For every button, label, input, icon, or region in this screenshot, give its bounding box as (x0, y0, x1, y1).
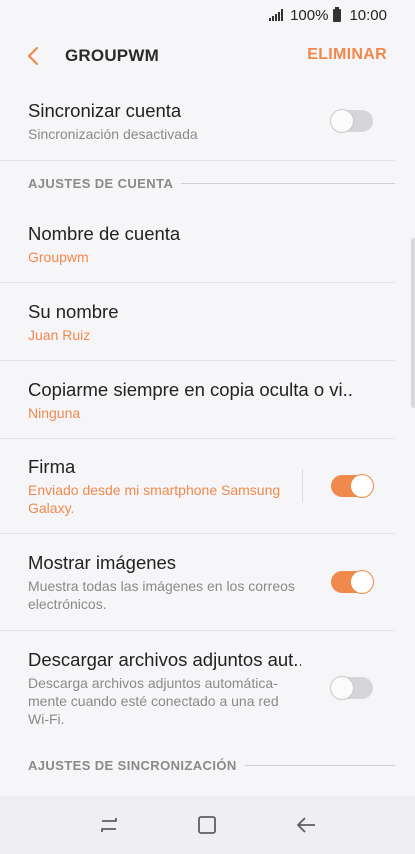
delete-button[interactable]: ELIMINAR (307, 46, 387, 64)
clock: 10:00 (349, 6, 387, 24)
sync-account-toggle[interactable] (330, 109, 373, 133)
section-header-sync-label: AJUSTES DE SINCRONIZACIÓN (28, 757, 237, 773)
bcc-title: Copiarme siempre en copia oculta o vi.. (28, 378, 353, 400)
section-header-account: AJUSTES DE CUENTA (0, 161, 415, 205)
account-name-row[interactable]: Nombre de cuenta Groupwm (0, 205, 395, 283)
screen: 100% 10:00 GROUPWM ELIMINAR Sincronizar … (0, 0, 415, 854)
show-images-subtitle: Muestra todas las imágenes en los correo… (28, 578, 295, 612)
battery-percent: 100% (290, 6, 329, 24)
bcc-row[interactable]: Copiarme siempre en copia oculta o vi.. … (0, 361, 395, 439)
your-name-row[interactable]: Su nombre Juan Ruiz (0, 283, 395, 361)
your-name-value: Juan Ruiz (28, 326, 91, 343)
account-name-value: Groupwm (28, 248, 89, 265)
page-title: GROUPWM (65, 46, 159, 65)
show-images-toggle[interactable] (331, 570, 374, 594)
signature-value: Enviado desde mi smartphone Samsung Gala… (28, 482, 281, 516)
signature-row[interactable]: Firma Enviado desde mi smartphone Samsun… (0, 439, 395, 534)
app-bar: GROUPWM ELIMINAR (0, 30, 415, 82)
signal-icon (269, 9, 285, 21)
sync-account-subtitle: Sincronización desactivada (28, 126, 198, 142)
signature-toggle[interactable] (331, 474, 374, 498)
bcc-value: Ninguna (28, 404, 81, 421)
download-attachments-toggle[interactable] (330, 676, 373, 700)
show-images-row[interactable]: Mostrar imágenes Muestra todas las imáge… (0, 534, 395, 631)
sync-account-title: Sincronizar cuenta (28, 100, 182, 121)
home-icon[interactable] (192, 810, 222, 840)
section-divider (244, 764, 395, 766)
navigation-bar (0, 796, 415, 854)
download-attachments-title: Descargar archivos adjuntos aut.. (28, 649, 301, 670)
recent-apps-icon[interactable] (94, 810, 124, 840)
back-arrow-icon[interactable] (18, 41, 48, 71)
vertical-divider (302, 469, 303, 503)
settings-list: Sincronizar cuenta Sincronización desact… (0, 82, 415, 785)
signature-title: Firma (28, 456, 76, 477)
status-bar: 100% 10:00 (0, 0, 415, 30)
download-attachments-subtitle: Descarga archivos adjuntos automática-me… (28, 675, 279, 727)
account-name-title: Nombre de cuenta (28, 222, 181, 244)
back-icon[interactable] (291, 810, 321, 840)
battery-icon (333, 6, 344, 22)
section-header-sync: AJUSTES DE SINCRONIZACIÓN (0, 745, 415, 785)
your-name-title: Su nombre (28, 300, 119, 322)
sync-account-row[interactable]: Sincronizar cuenta Sincronización desact… (0, 82, 395, 161)
show-images-title: Mostrar imágenes (28, 552, 177, 573)
section-header-account-label: AJUSTES DE CUENTA (28, 175, 174, 191)
download-attachments-row[interactable]: Descargar archivos adjuntos aut.. Descar… (0, 631, 395, 745)
section-divider (181, 182, 395, 184)
